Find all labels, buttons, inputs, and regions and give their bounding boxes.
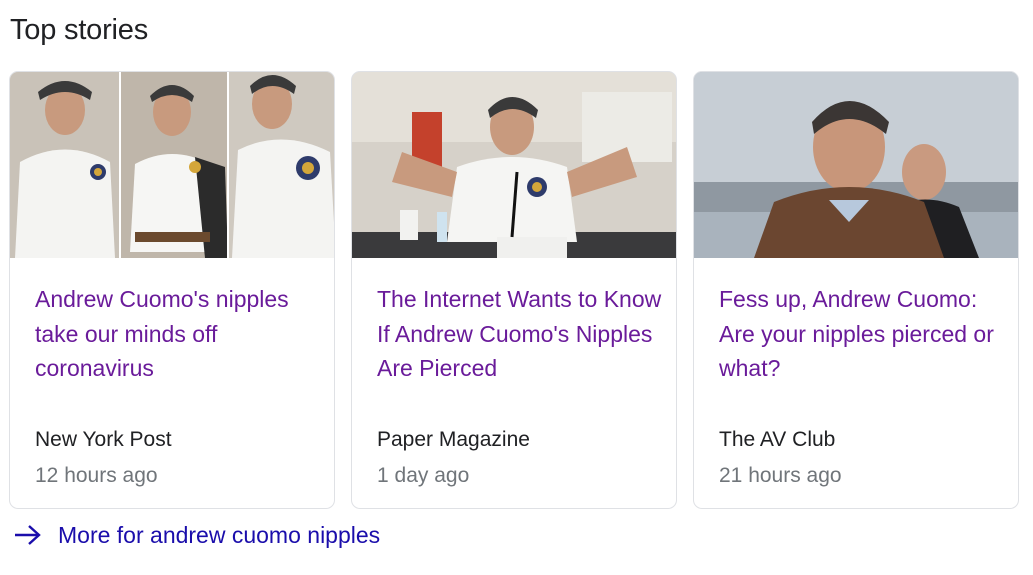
story-timestamp: 12 hours ago <box>35 464 158 487</box>
photo-outdoor-portrait-icon <box>694 72 1018 258</box>
story-source: New York Post <box>35 428 172 451</box>
more-stories-link[interactable]: More for andrew cuomo nipples <box>12 518 380 552</box>
story-timestamp: 21 hours ago <box>719 464 842 487</box>
story-headline[interactable]: The Internet Wants to Know If Andrew Cuo… <box>377 282 667 386</box>
story-thumbnail[interactable] <box>10 72 334 258</box>
section-title: Top stories <box>10 14 149 46</box>
story-thumbnail[interactable] <box>352 72 676 258</box>
story-thumbnail[interactable] <box>694 72 1018 258</box>
photo-press-briefing-icon <box>352 72 676 258</box>
story-card[interactable]: The Internet Wants to Know If Andrew Cuo… <box>351 71 677 509</box>
photo-collage-icon <box>10 72 334 258</box>
story-card[interactable]: Fess up, Andrew Cuomo: Are your nipples … <box>693 71 1019 509</box>
story-source: The AV Club <box>719 428 836 451</box>
arrow-right-icon <box>12 523 44 547</box>
more-stories-label[interactable]: More for andrew cuomo nipples <box>58 522 380 549</box>
story-source: Paper Magazine <box>377 428 530 451</box>
story-card[interactable]: Andrew Cuomo's nipples take our minds of… <box>9 71 335 509</box>
story-timestamp: 1 day ago <box>377 464 470 487</box>
story-headline[interactable]: Andrew Cuomo's nipples take our minds of… <box>35 282 325 386</box>
story-headline[interactable]: Fess up, Andrew Cuomo: Are your nipples … <box>719 282 1009 386</box>
